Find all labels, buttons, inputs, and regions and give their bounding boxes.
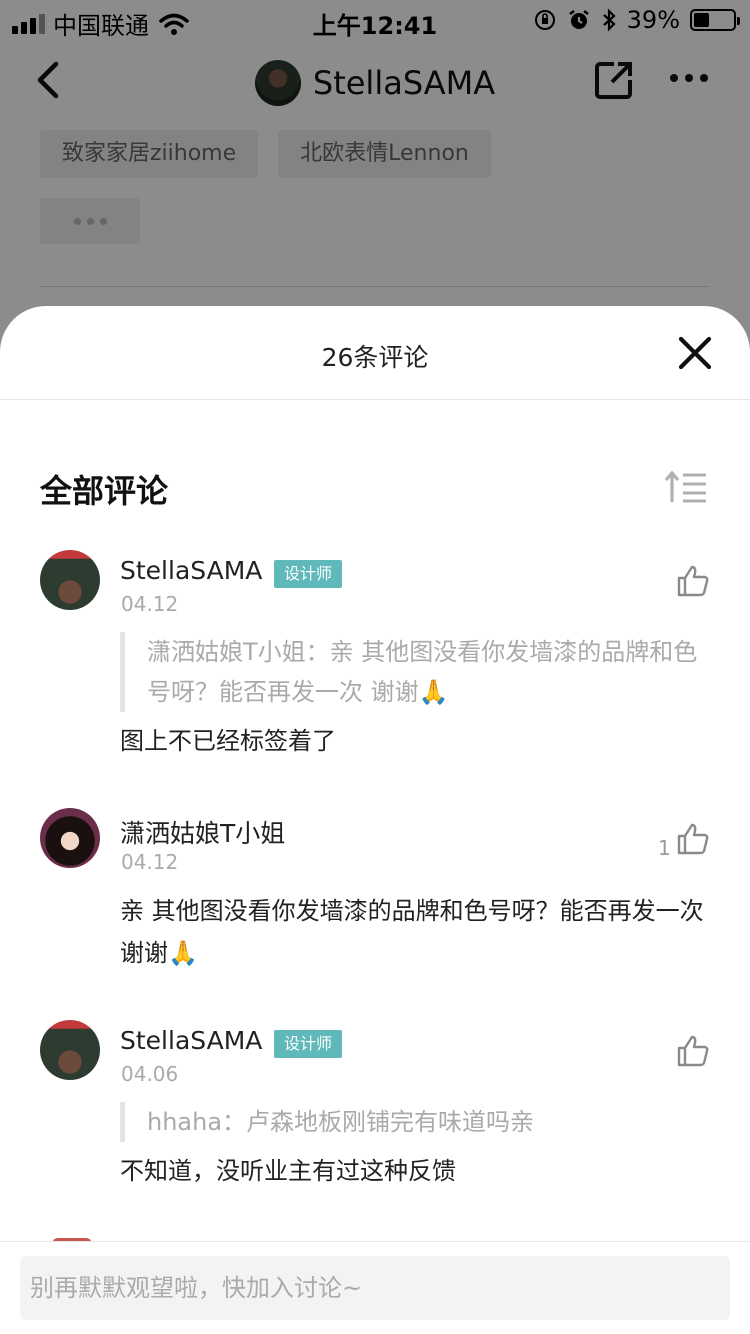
comment-date: 04.12 — [121, 592, 179, 616]
comment-sheet: 26条评论 全部评论 StellaSAMA 设计师 04.12 潇洒姑娘T小姐：… — [0, 306, 750, 1334]
comment-text: 图上不已经标签着了 — [120, 727, 336, 755]
sort-icon[interactable] — [664, 470, 708, 504]
designer-badge: 设计师 — [274, 560, 343, 588]
comment-author[interactable]: StellaSAMA — [120, 1026, 262, 1055]
quoted-reply: 潇洒姑娘T小姐：亲 其他图没看你发墙漆的品牌和色号呀？能否再发一次 谢谢🙏 — [120, 632, 710, 712]
quoted-reply: hhaha：卢森地板刚铺完有味道吗亲 — [120, 1102, 710, 1142]
comment-author[interactable]: 潇洒姑娘T小姐 — [120, 814, 285, 850]
comment-date: 04.06 — [121, 1062, 179, 1086]
avatar[interactable] — [40, 1020, 100, 1080]
sheet-header: 26条评论 — [0, 306, 750, 400]
like-icon[interactable] — [676, 1034, 710, 1068]
like-count: 1 — [658, 836, 671, 860]
like-icon[interactable] — [676, 822, 710, 856]
close-icon[interactable] — [676, 334, 714, 372]
avatar[interactable] — [40, 808, 100, 868]
comment-text: 不知道，没听业主有过这种反馈 — [120, 1157, 456, 1185]
avatar[interactable] — [40, 550, 100, 610]
comment-input[interactable] — [20, 1256, 730, 1320]
comment-date: 04.12 — [121, 850, 179, 874]
sheet-title: 26条评论 — [321, 343, 429, 372]
section-heading: 全部评论 — [40, 472, 169, 510]
comment-input-bar — [0, 1241, 750, 1334]
designer-badge: 设计师 — [274, 1030, 343, 1058]
like-icon[interactable] — [676, 564, 710, 598]
comment-author[interactable]: StellaSAMA — [120, 556, 262, 585]
comment-text: 亲 其他图没看你发墙漆的品牌和色号呀？能否再发一次 谢谢🙏 — [120, 897, 704, 967]
